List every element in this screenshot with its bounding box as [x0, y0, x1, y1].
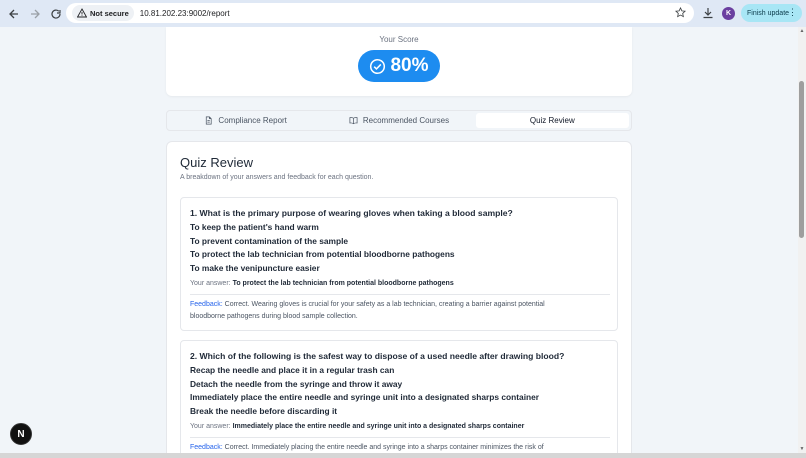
- security-chip[interactable]: Not secure: [72, 5, 134, 21]
- your-answer-value: Immediately place the entire needle and …: [232, 423, 525, 430]
- answer-option: To keep the patient's hand warm: [190, 222, 319, 232]
- security-label: Not secure: [90, 8, 129, 18]
- answer-option: Recap the needle and place it in a regul…: [190, 365, 395, 375]
- report-tabs: Compliance Report Recommended Courses Qu…: [166, 110, 632, 131]
- feedback-label: Feedback:: [190, 444, 223, 451]
- question-card: 1. What is the primary purpose of wearin…: [180, 197, 618, 331]
- back-button[interactable]: [4, 4, 24, 24]
- feedback-text: Feedback: Correct. Wearing gloves is cru…: [190, 299, 610, 322]
- tab-recommended-courses[interactable]: Recommended Courses: [322, 113, 475, 128]
- answer-option: Immediately place the entire needle and …: [190, 392, 540, 402]
- tab-label: Quiz Review: [529, 116, 575, 125]
- score-label: Your Score: [379, 35, 419, 44]
- menu-dots-icon: ⋮: [788, 7, 797, 17]
- feedback-line: Correct. Immediately placing the entire …: [224, 444, 544, 451]
- horizontal-scrollbar[interactable]: [0, 453, 806, 458]
- divider: [190, 294, 610, 295]
- scroll-down-arrow-icon[interactable]: ▼: [799, 446, 805, 452]
- answer-option: Detach the needle from the syringe and t…: [190, 379, 403, 389]
- scrollbar-thumb[interactable]: [799, 81, 804, 238]
- question-text: 1. What is the primary purpose of wearin…: [190, 208, 513, 218]
- address-bar[interactable]: Not secure 10.81.202.23:9002/report: [66, 3, 694, 23]
- your-answer-label: Your answer:: [190, 423, 231, 430]
- download-icon[interactable]: [702, 7, 714, 19]
- quiz-review-subtitle: A breakdown of your answers and feedback…: [180, 174, 374, 181]
- warning-icon: [77, 8, 87, 18]
- quiz-review-card: Quiz Review A breakdown of your answers …: [166, 141, 632, 453]
- forward-button[interactable]: [25, 4, 45, 24]
- score-card: Your Score 80%: [166, 27, 632, 96]
- url-text[interactable]: 10.81.202.23:9002/report: [140, 9, 230, 18]
- arrow-left-icon: [9, 9, 18, 18]
- browser-toolbar: Not secure 10.81.202.23:9002/report K Fi…: [0, 0, 806, 27]
- tab-label: Recommended Courses: [362, 116, 450, 125]
- book-open-icon: [349, 117, 358, 125]
- arrow-right-icon: [31, 9, 40, 18]
- your-answer-row: Your answer: To protect the lab technici…: [190, 280, 454, 287]
- feedback-line: Correct. Wearing gloves is crucial for y…: [224, 301, 545, 308]
- tab-quiz-review[interactable]: Quiz Review: [475, 113, 629, 128]
- quiz-review-title: Quiz Review: [180, 155, 253, 170]
- answer-option: To prevent contamination of the sample: [190, 236, 349, 246]
- document-icon: [206, 116, 212, 125]
- tab-compliance-report[interactable]: Compliance Report: [169, 113, 322, 128]
- divider: [190, 437, 610, 438]
- reload-button[interactable]: [46, 4, 66, 24]
- scroll-up-arrow-icon[interactable]: ▲: [799, 28, 805, 34]
- question-card: 2. Which of the following is the safest …: [180, 340, 618, 453]
- feedback-label: Feedback:: [190, 301, 223, 308]
- profile-avatar[interactable]: K: [722, 7, 735, 20]
- check-circle-icon: [370, 58, 386, 74]
- your-answer-label: Your answer:: [190, 280, 231, 287]
- question-text: 2. Which of the following is the safest …: [190, 351, 565, 361]
- score-badge: 80%: [358, 50, 440, 82]
- your-answer-row: Your answer: Immediately place the entir…: [190, 423, 524, 430]
- your-answer-value: To protect the lab technician from poten…: [232, 280, 454, 287]
- vertical-scrollbar[interactable]: ▲ ▼: [798, 27, 806, 453]
- finish-update-button[interactable]: Finish update ⋮: [741, 4, 802, 22]
- page-content: Your Score 80% Compliance Report Recomme…: [0, 27, 798, 453]
- answer-option: To make the venipuncture easier: [190, 263, 320, 273]
- bookmark-star-icon[interactable]: [675, 7, 686, 18]
- feedback-text: Feedback: Correct. Immediately placing t…: [190, 442, 610, 453]
- reload-icon: [51, 8, 61, 19]
- score-value: 80%: [390, 55, 429, 76]
- nextjs-dev-badge[interactable]: N: [10, 423, 32, 445]
- answer-option: To protect the lab technician from poten…: [190, 249, 455, 259]
- answer-option: Break the needle before discarding it: [190, 406, 338, 416]
- tab-label: Compliance Report: [218, 116, 287, 125]
- finish-update-label: Finish update: [747, 9, 790, 17]
- feedback-line: bloodborne pathogens during blood sample…: [190, 312, 358, 320]
